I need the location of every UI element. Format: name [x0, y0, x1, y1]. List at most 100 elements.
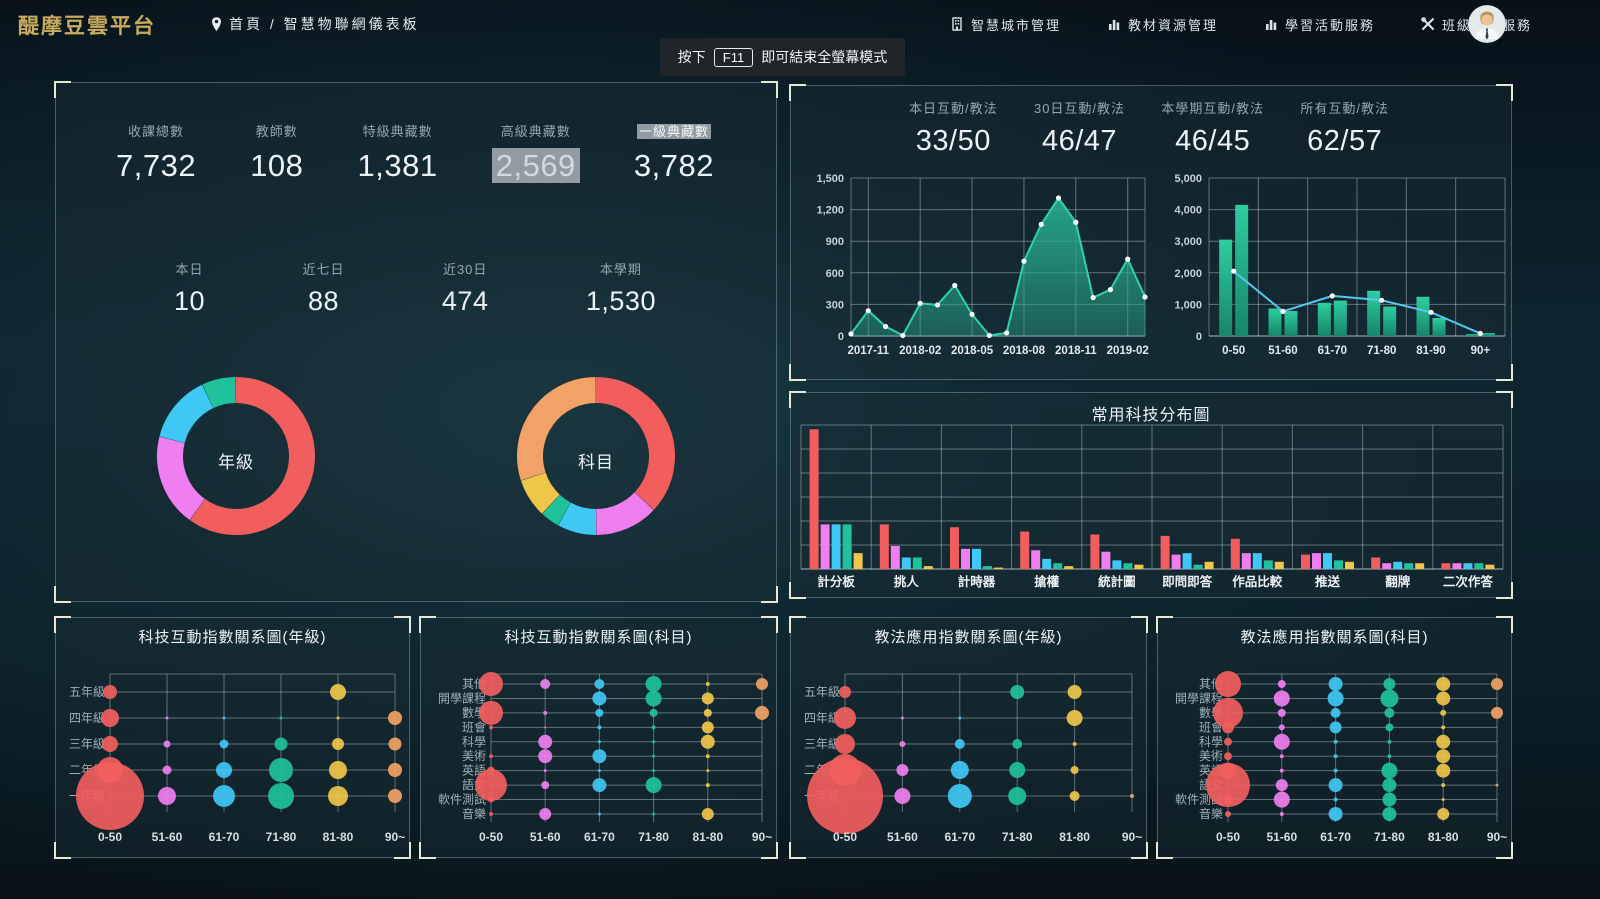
svg-text:開學課程: 開學課程: [1175, 690, 1223, 705]
pedagogy-index-subject-bubble-chart: 其他開學課程數學班會科學美術英語語文軟件測試音樂0-5051-6061-7071…: [1162, 650, 1507, 853]
stat-value: 108: [250, 148, 303, 184]
stat-value: 10: [174, 286, 205, 317]
stat-label: 特級典藏數: [358, 121, 438, 140]
svg-text:71-80: 71-80: [1367, 345, 1396, 357]
svg-text:二次作答: 二次作答: [1443, 574, 1494, 589]
subject-donut-chart: 科目: [511, 371, 681, 541]
svg-text:1,500: 1,500: [816, 173, 844, 185]
svg-text:81-80: 81-80: [1059, 830, 1090, 844]
tools-icon: [1421, 17, 1435, 31]
stat-label: 高級典藏數: [492, 121, 580, 140]
svg-text:五年級: 五年級: [804, 685, 840, 699]
stat-total-lessons: 收課總數 7,732: [116, 121, 196, 184]
svg-text:0-50: 0-50: [479, 830, 503, 844]
tech-index-subject-bubble-chart: 其他開學課程數學班會科學美術英語語文軟件測試音樂0-5051-6061-7071…: [425, 650, 772, 853]
svg-text:作品比較: 作品比較: [1232, 574, 1283, 589]
svg-text:51-60: 51-60: [530, 830, 561, 844]
svg-text:81-80: 81-80: [1428, 830, 1459, 844]
svg-text:0-50: 0-50: [1222, 345, 1245, 357]
toast-press-text: 按下: [678, 47, 706, 67]
svg-text:61-70: 61-70: [1320, 830, 1351, 844]
stat-value: 7,732: [116, 148, 196, 184]
tech-distribution-panel: 常用科技分布圖 計分板挑人計時器搶權統計圖即問即答作品比較推送翻牌二次作答: [790, 392, 1512, 598]
svg-text:51-60: 51-60: [1268, 345, 1297, 357]
f11-keycap: F11: [714, 48, 753, 67]
tech-index-grade-bubble-chart: 五年級四年級三年級二年級一年級0-5051-6061-7071-8081-809…: [60, 650, 405, 853]
tech-index-subject-panel: 科技互動指數關系圖(科目) 其他開學課程數學班會科學美術英語語文軟件測試音樂0-…: [420, 617, 777, 858]
stat-value: 62/57: [1300, 125, 1389, 158]
menu-item-learning[interactable]: 學習活動服務: [1264, 15, 1375, 34]
svg-text:三年級: 三年級: [804, 737, 840, 751]
menu-item-materials[interactable]: 教材資源管理: [1107, 15, 1218, 34]
panel-title: 科技互動指數關系圖(科目): [421, 626, 776, 647]
pedagogy-index-grade-bubble-chart: 五年級四年級三年級二年級一年級0-5051-6061-7071-8081-809…: [795, 650, 1142, 853]
svg-text:61-70: 61-70: [209, 830, 240, 844]
avatar-image: [1468, 5, 1506, 43]
svg-text:音樂: 音樂: [462, 806, 486, 821]
menu-item-smart-city[interactable]: 智慧城市管理: [950, 15, 1061, 34]
menu-item-label: 教材資源管理: [1128, 15, 1218, 34]
stat-label: 所有互動/教法: [1300, 98, 1389, 117]
collection-stats-row: 收課總數 7,732 教師數 108 特級典藏數 1,381 高級典藏數 2,5…: [116, 121, 714, 184]
top-menu: 智慧城市管理 教材資源管理 學習活動服務: [950, 0, 1532, 48]
stat-value: 3,782: [634, 148, 714, 184]
svg-text:2018-05: 2018-05: [951, 345, 994, 357]
stat-value-selected: 2,569: [492, 148, 580, 183]
svg-text:81-80: 81-80: [692, 830, 723, 844]
donut-center-label: 科目: [511, 448, 681, 473]
stat-label: 本學期: [586, 259, 656, 278]
svg-text:3,000: 3,000: [1174, 236, 1202, 248]
stat-level1-archive: 一級典藏數 3,782: [634, 121, 714, 184]
svg-text:2018-02: 2018-02: [899, 345, 941, 357]
panel-title: 科技互動指數關系圖(年級): [56, 626, 409, 647]
svg-text:71-80: 71-80: [266, 830, 297, 844]
svg-text:61-70: 61-70: [1318, 345, 1347, 357]
stat-label: 30日互動/教法: [1034, 98, 1125, 117]
stat-label: 近30日: [442, 259, 489, 278]
svg-text:0: 0: [1196, 331, 1202, 343]
svg-text:音樂: 音樂: [1199, 806, 1223, 821]
svg-text:81-90: 81-90: [1416, 345, 1445, 357]
svg-text:4,000: 4,000: [1174, 205, 1202, 217]
svg-text:0-50: 0-50: [833, 830, 857, 844]
tech-index-grade-panel: 科技互動指數關系圖(年級) 五年級四年級三年級二年級一年級0-5051-6061…: [55, 617, 410, 858]
stat-today: 本日 10: [174, 259, 205, 317]
period-stats-row: 本日 10 近七日 88 近30日 474 本學期 1,530: [174, 259, 656, 317]
svg-text:科學: 科學: [462, 735, 486, 749]
user-avatar[interactable]: [1468, 5, 1506, 43]
svg-text:90~: 90~: [1487, 830, 1507, 844]
stat-special-archive: 特級典藏數 1,381: [358, 121, 438, 184]
svg-text:71-80: 71-80: [1374, 830, 1405, 844]
bar-chart-icon: [1107, 17, 1121, 31]
interaction-trend-area-chart: 03006009001,2001,5002017-112018-022018-0…: [805, 166, 1155, 362]
svg-text:三年級: 三年級: [69, 737, 105, 751]
stat-value: 33/50: [909, 125, 998, 158]
svg-text:2,000: 2,000: [1174, 268, 1202, 280]
toast-rest-text: 即可結束全螢幕模式: [761, 47, 887, 67]
stat-value: 46/47: [1034, 125, 1125, 158]
tech-distribution-grouped-bar-chart: 計分板挑人計時器搶權統計圖即問即答作品比較推送翻牌二次作答: [797, 421, 1507, 593]
stat-label: 教師數: [250, 121, 303, 140]
breadcrumb[interactable]: 首頁 / 智慧物聯網儀表板: [210, 14, 420, 34]
svg-text:統計圖: 統計圖: [1098, 574, 1136, 589]
svg-text:1,000: 1,000: [1174, 299, 1202, 311]
svg-text:71-80: 71-80: [638, 830, 669, 844]
svg-text:挑人: 挑人: [894, 574, 920, 589]
score-distribution-bar-chart: 0 1,000 2,000 3,000 4,000 5,000 0-50 51-60 61-70…: [1163, 166, 1513, 362]
stat-value: 1,530: [586, 286, 656, 317]
svg-text:搶權: 搶權: [1034, 574, 1060, 589]
stat-semester: 本學期 1,530: [586, 259, 656, 317]
stat-30day-interaction: 30日互動/教法 46/47: [1034, 98, 1125, 158]
svg-text:5,000: 5,000: [1174, 173, 1202, 185]
stat-last7days: 近七日 88: [302, 259, 344, 317]
svg-text:美術: 美術: [462, 749, 486, 763]
svg-text:計時器: 計時器: [958, 574, 996, 589]
svg-text:0: 0: [838, 331, 844, 343]
svg-text:0-50: 0-50: [98, 830, 122, 844]
svg-text:90~: 90~: [1122, 830, 1142, 844]
svg-text:班會: 班會: [462, 720, 486, 734]
breadcrumb-text: 首頁 / 智慧物聯網儀表板: [229, 14, 420, 34]
app-logo[interactable]: 醍摩豆雲平台: [18, 10, 156, 40]
pedagogy-index-grade-panel: 教法應用指數關系圖(年級) 五年級四年級三年級二年級一年級0-5051-6061…: [790, 617, 1147, 858]
svg-text:0-50: 0-50: [1216, 830, 1240, 844]
